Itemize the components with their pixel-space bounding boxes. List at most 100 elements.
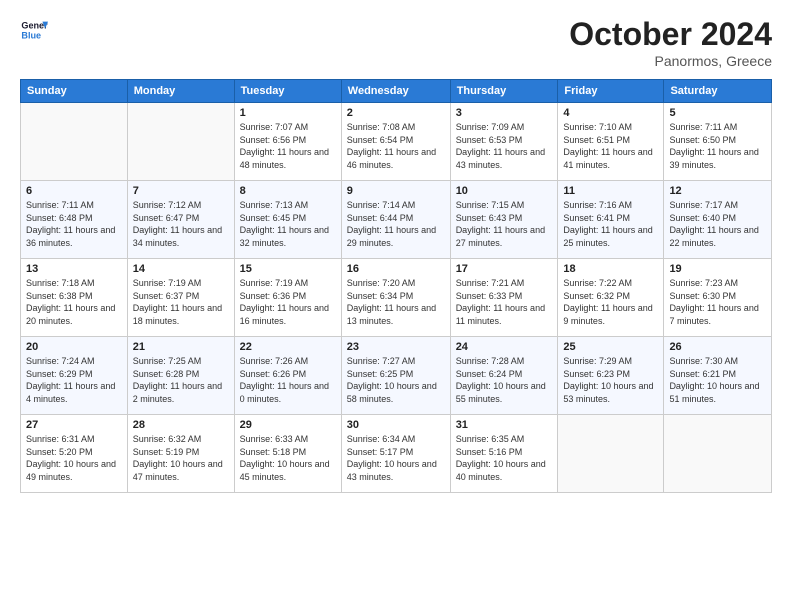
cell-info: Sunrise: 6:35 AM Sunset: 5:16 PM Dayligh… xyxy=(456,433,553,483)
calendar-cell xyxy=(664,415,772,493)
cell-info: Sunrise: 6:33 AM Sunset: 5:18 PM Dayligh… xyxy=(240,433,336,483)
col-thursday: Thursday xyxy=(450,80,558,103)
day-number: 19 xyxy=(669,263,766,275)
cell-info: Sunrise: 7:14 AM Sunset: 6:44 PM Dayligh… xyxy=(347,199,445,249)
col-sunday: Sunday xyxy=(21,80,128,103)
calendar-cell: 20 Sunrise: 7:24 AM Sunset: 6:29 PM Dayli… xyxy=(21,337,128,415)
calendar-cell: 4Sunrise: 7:10 AM Sunset: 6:51 PM Daylig… xyxy=(558,103,664,181)
day-number: 24 xyxy=(456,341,553,353)
calendar-table: Sunday Monday Tuesday Wednesday Thursday… xyxy=(20,79,772,493)
header: General Blue October 2024 Panormos, Gree… xyxy=(20,16,772,69)
calendar-cell: 5 Sunrise: 7:11 AM Sunset: 6:50 PM Daylig… xyxy=(664,103,772,181)
calendar-cell: 12 Sunrise: 7:17 AM Sunset: 6:40 PM Dayli… xyxy=(664,181,772,259)
location-subtitle: Panormos, Greece xyxy=(569,53,772,69)
calendar-cell: 27 Sunrise: 6:31 AM Sunset: 5:20 PM Dayli… xyxy=(21,415,128,493)
day-number: 30 xyxy=(347,419,445,431)
svg-text:Blue: Blue xyxy=(21,30,41,40)
title-block: October 2024 Panormos, Greece xyxy=(569,16,772,69)
day-number: 11 xyxy=(563,185,658,197)
day-number: 9 xyxy=(347,185,445,197)
cell-info: Sunrise: 7:19 AM Sunset: 6:36 PM Dayligh… xyxy=(240,277,336,327)
cell-info: Sunrise: 7:15 AM Sunset: 6:43 PM Dayligh… xyxy=(456,199,553,249)
calendar-cell: 1Sunrise: 7:07 AM Sunset: 6:56 PM Daylig… xyxy=(234,103,341,181)
day-number: 8 xyxy=(240,185,336,197)
day-number: 4 xyxy=(563,107,658,119)
calendar-cell xyxy=(127,103,234,181)
calendar-cell: 22Sunrise: 7:26 AM Sunset: 6:26 PM Dayli… xyxy=(234,337,341,415)
calendar-cell: 3 Sunrise: 7:09 AM Sunset: 6:53 PM Daylig… xyxy=(450,103,558,181)
day-number: 15 xyxy=(240,263,336,275)
cell-info: Sunrise: 7:16 AM Sunset: 6:41 PM Dayligh… xyxy=(563,199,658,249)
cell-info: Sunrise: 7:17 AM Sunset: 6:40 PM Dayligh… xyxy=(669,199,766,249)
cell-info: Sunrise: 7:24 AM Sunset: 6:29 PM Dayligh… xyxy=(26,355,122,405)
page: General Blue October 2024 Panormos, Gree… xyxy=(0,0,792,612)
day-number: 22 xyxy=(240,341,336,353)
day-number: 27 xyxy=(26,419,122,431)
logo: General Blue xyxy=(20,16,48,44)
cell-info: Sunrise: 7:09 AM Sunset: 6:53 PM Dayligh… xyxy=(456,121,553,171)
day-number: 1 xyxy=(240,107,336,119)
cell-info: Sunrise: 7:12 AM Sunset: 6:47 PM Dayligh… xyxy=(133,199,229,249)
calendar-cell: 26 Sunrise: 7:30 AM Sunset: 6:21 PM Dayli… xyxy=(664,337,772,415)
calendar-cell xyxy=(21,103,128,181)
day-number: 23 xyxy=(347,341,445,353)
calendar-cell: 17Sunrise: 7:21 AM Sunset: 6:33 PM Dayli… xyxy=(450,259,558,337)
calendar-cell: 28Sunrise: 6:32 AM Sunset: 5:19 PM Dayli… xyxy=(127,415,234,493)
cell-info: Sunrise: 7:08 AM Sunset: 6:54 PM Dayligh… xyxy=(347,121,445,171)
day-number: 16 xyxy=(347,263,445,275)
cell-info: Sunrise: 7:13 AM Sunset: 6:45 PM Dayligh… xyxy=(240,199,336,249)
day-number: 10 xyxy=(456,185,553,197)
cell-info: Sunrise: 7:30 AM Sunset: 6:21 PM Dayligh… xyxy=(669,355,766,405)
calendar-cell: 23 Sunrise: 7:27 AM Sunset: 6:25 PM Dayli… xyxy=(341,337,450,415)
cell-info: Sunrise: 7:21 AM Sunset: 6:33 PM Dayligh… xyxy=(456,277,553,327)
calendar-cell: 29 Sunrise: 6:33 AM Sunset: 5:18 PM Dayli… xyxy=(234,415,341,493)
day-number: 2 xyxy=(347,107,445,119)
month-title: October 2024 xyxy=(569,16,772,53)
day-number: 31 xyxy=(456,419,553,431)
cell-info: Sunrise: 7:11 AM Sunset: 6:50 PM Dayligh… xyxy=(669,121,766,171)
col-saturday: Saturday xyxy=(664,80,772,103)
cell-info: Sunrise: 7:25 AM Sunset: 6:28 PM Dayligh… xyxy=(133,355,229,405)
day-number: 18 xyxy=(563,263,658,275)
day-number: 7 xyxy=(133,185,229,197)
calendar-cell xyxy=(558,415,664,493)
cell-info: Sunrise: 7:11 AM Sunset: 6:48 PM Dayligh… xyxy=(26,199,122,249)
calendar-cell: 21 Sunrise: 7:25 AM Sunset: 6:28 PM Dayli… xyxy=(127,337,234,415)
calendar-cell: 8 Sunrise: 7:13 AM Sunset: 6:45 PM Daylig… xyxy=(234,181,341,259)
day-number: 12 xyxy=(669,185,766,197)
cell-info: Sunrise: 7:18 AM Sunset: 6:38 PM Dayligh… xyxy=(26,277,122,327)
calendar-cell: 6 Sunrise: 7:11 AM Sunset: 6:48 PM Daylig… xyxy=(21,181,128,259)
calendar-cell: 10 Sunrise: 7:15 AM Sunset: 6:43 PM Dayli… xyxy=(450,181,558,259)
cell-info: Sunrise: 7:29 AM Sunset: 6:23 PM Dayligh… xyxy=(563,355,658,405)
cell-info: Sunrise: 7:28 AM Sunset: 6:24 PM Dayligh… xyxy=(456,355,553,405)
cell-info: Sunrise: 6:31 AM Sunset: 5:20 PM Dayligh… xyxy=(26,433,122,483)
calendar-cell: 7 Sunrise: 7:12 AM Sunset: 6:47 PM Daylig… xyxy=(127,181,234,259)
cell-info: Sunrise: 7:23 AM Sunset: 6:30 PM Dayligh… xyxy=(669,277,766,327)
calendar-cell: 18 Sunrise: 7:22 AM Sunset: 6:32 PM Dayli… xyxy=(558,259,664,337)
day-number: 28 xyxy=(133,419,229,431)
col-friday: Friday xyxy=(558,80,664,103)
cell-info: Sunrise: 7:20 AM Sunset: 6:34 PM Dayligh… xyxy=(347,277,445,327)
calendar-cell: 9 Sunrise: 7:14 AM Sunset: 6:44 PM Daylig… xyxy=(341,181,450,259)
calendar-cell: 19 Sunrise: 7:23 AM Sunset: 6:30 PM Dayli… xyxy=(664,259,772,337)
calendar-cell: 15 Sunrise: 7:19 AM Sunset: 6:36 PM Dayli… xyxy=(234,259,341,337)
calendar-cell: 16 Sunrise: 7:20 AM Sunset: 6:34 PM Dayli… xyxy=(341,259,450,337)
day-number: 29 xyxy=(240,419,336,431)
day-number: 6 xyxy=(26,185,122,197)
day-number: 20 xyxy=(26,341,122,353)
calendar-cell: 31 Sunrise: 6:35 AM Sunset: 5:16 PM Dayli… xyxy=(450,415,558,493)
day-number: 21 xyxy=(133,341,229,353)
calendar-cell: 13 Sunrise: 7:18 AM Sunset: 6:38 PM Dayli… xyxy=(21,259,128,337)
day-number: 3 xyxy=(456,107,553,119)
day-number: 26 xyxy=(669,341,766,353)
col-monday: Monday xyxy=(127,80,234,103)
cell-info: Sunrise: 7:19 AM Sunset: 6:37 PM Dayligh… xyxy=(133,277,229,327)
col-wednesday: Wednesday xyxy=(341,80,450,103)
day-number: 13 xyxy=(26,263,122,275)
calendar-cell: 11 Sunrise: 7:16 AM Sunset: 6:41 PM Dayli… xyxy=(558,181,664,259)
cell-info: Sunrise: 7:22 AM Sunset: 6:32 PM Dayligh… xyxy=(563,277,658,327)
cell-info: Sunrise: 7:27 AM Sunset: 6:25 PM Dayligh… xyxy=(347,355,445,405)
cell-info: Sunrise: 6:34 AM Sunset: 5:17 PM Dayligh… xyxy=(347,433,445,483)
col-tuesday: Tuesday xyxy=(234,80,341,103)
day-number: 5 xyxy=(669,107,766,119)
